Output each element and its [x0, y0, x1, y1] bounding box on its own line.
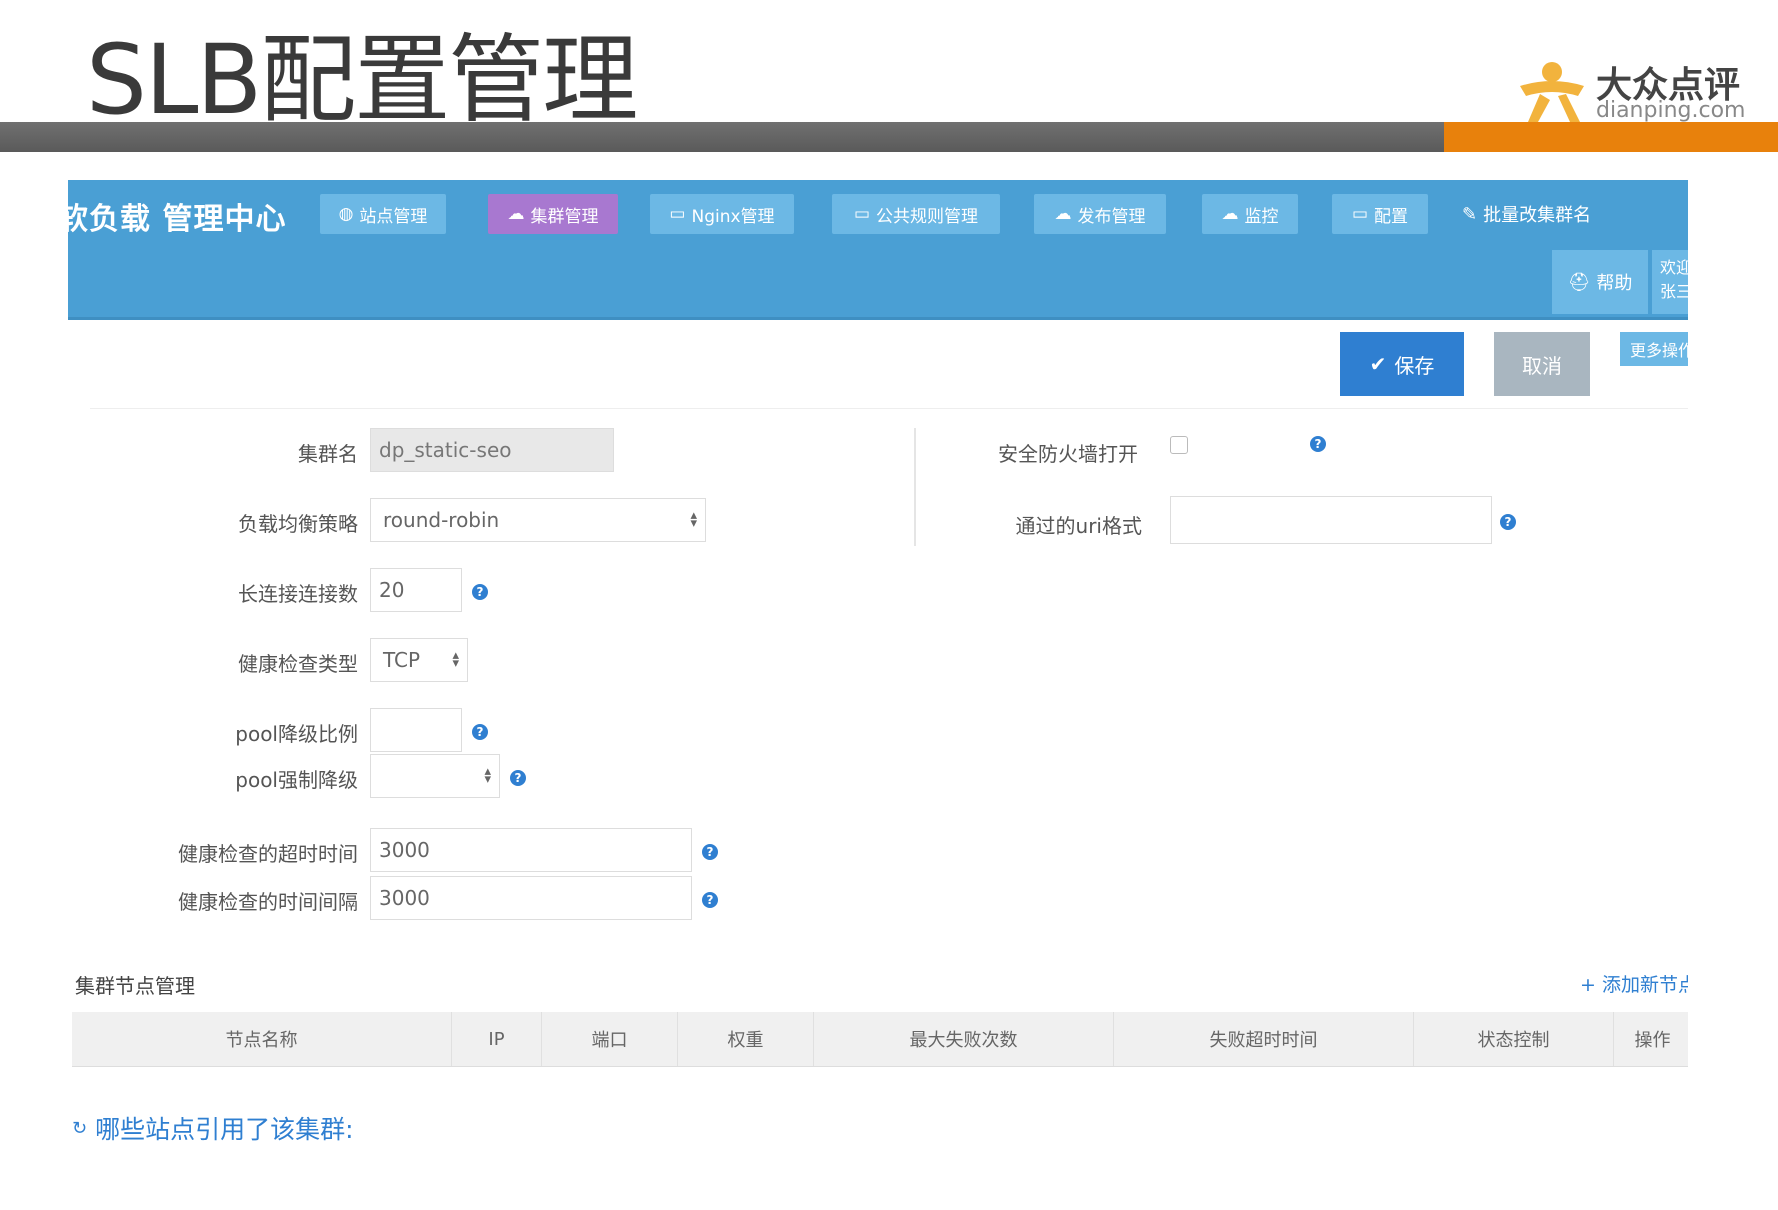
health-timeout-label: 健康检查的超时时间: [178, 842, 358, 866]
help-circle-icon[interactable]: ?: [702, 892, 718, 908]
help-circle-icon[interactable]: ?: [702, 844, 718, 860]
select-arrows-icon: ▴ ▾: [690, 508, 697, 531]
nav-label: 集群管理: [530, 206, 599, 227]
save-button[interactable]: ✔ 保存: [1340, 332, 1464, 396]
more-actions-button[interactable]: 更多操作: [1620, 332, 1688, 366]
help-icon: ⛑: [1567, 271, 1591, 293]
health-interval-label: 健康检查的时间间隔: [178, 890, 358, 914]
nav-label: 配置: [1374, 206, 1409, 227]
nav-label: 监控: [1244, 206, 1279, 227]
select-arrows-icon: ▴ ▾: [452, 648, 459, 671]
header-gray-bar: [0, 122, 1444, 152]
firewall-checkbox[interactable]: [1170, 436, 1188, 454]
nav-batch-rename[interactable]: ✎ 批量改集群名: [1462, 194, 1591, 234]
divider: [90, 408, 1688, 409]
refresh-icon: ↻: [72, 1117, 88, 1139]
nav-label: 发布管理: [1077, 206, 1146, 227]
firewall-label: 安全防火墙打开: [998, 442, 1138, 466]
nav-site-management[interactable]: ◍ 站点管理: [320, 194, 446, 234]
pool-ratio-input[interactable]: [370, 708, 462, 752]
health-type-label: 健康检查类型: [238, 652, 358, 676]
column-header[interactable]: 权重: [678, 1012, 814, 1066]
lb-strategy-label: 负载均衡策略: [238, 512, 358, 536]
add-node-link[interactable]: + 添加新节点: [1580, 970, 1688, 997]
top-navbar: 软负载 管理中心 ◍ 站点管理 ☁ 集群管理 ▭ Nginx管理 ▭ 公共规则管…: [68, 180, 1688, 320]
nav-config[interactable]: ▭ 配置: [1332, 194, 1428, 234]
pool-force-select[interactable]: ▴ ▾: [370, 754, 500, 798]
cluster-name-label: 集群名: [298, 442, 358, 466]
dianping-logo: 大众点评 dianping.com: [1512, 56, 1746, 126]
lb-strategy-value: round-robin: [383, 508, 500, 532]
health-interval-input[interactable]: 3000: [370, 876, 692, 920]
help-circle-icon[interactable]: ?: [472, 724, 488, 740]
cloud-icon: ☁: [507, 204, 525, 224]
globe-icon: ◍: [338, 204, 354, 224]
nav-label: Nginx管理: [691, 206, 775, 227]
logo-text-en: dianping.com: [1596, 98, 1746, 123]
app-brand: 软负载 管理中心: [68, 194, 286, 238]
referencing-sites-title[interactable]: ↻ 哪些站点引用了该集群:: [72, 1110, 354, 1146]
pool-ratio-label: pool降级比例: [235, 722, 358, 746]
laptop-icon: ▭: [1351, 204, 1369, 224]
nodes-table-header: 节点名称 IP 端口 权重 最大失败次数 失败超时时间 状态控制 操作: [72, 1012, 1688, 1067]
help-label: 帮助: [1596, 273, 1633, 294]
uri-format-input[interactable]: [1170, 496, 1492, 544]
add-node-label: 添加新节点: [1601, 974, 1688, 996]
welcome-user[interactable]: 欢迎 张三: [1652, 250, 1688, 314]
lb-strategy-select[interactable]: round-robin ▴ ▾: [370, 498, 706, 542]
check-icon: ✔: [1369, 352, 1387, 376]
health-timeout-input[interactable]: 3000: [370, 828, 692, 872]
column-header[interactable]: 操作: [1614, 1012, 1688, 1066]
nav-nginx-management[interactable]: ▭ Nginx管理: [650, 194, 794, 234]
laptop-icon: ▭: [669, 204, 686, 224]
referencing-sites-label: 哪些站点引用了该集群:: [95, 1115, 354, 1144]
column-header[interactable]: 节点名称: [72, 1012, 452, 1066]
column-divider: [914, 428, 916, 546]
nav-label: 站点管理: [359, 206, 428, 227]
help-button[interactable]: ⛑ 帮助: [1552, 250, 1648, 314]
slide-title: SLB配置管理: [86, 24, 638, 136]
cluster-name-field[interactable]: dp_static-seo: [370, 428, 614, 472]
keepalive-label: 长连接连接数: [238, 582, 358, 606]
pool-force-label: pool强制降级: [235, 768, 358, 792]
column-header[interactable]: 失败超时时间: [1114, 1012, 1414, 1066]
slb-app-window: 软负载 管理中心 ◍ 站点管理 ☁ 集群管理 ▭ Nginx管理 ▭ 公共规则管…: [68, 180, 1688, 1210]
dianping-mascot-icon: [1520, 62, 1584, 122]
nav-cluster-management[interactable]: ☁ 集群管理: [488, 194, 618, 234]
nav-label: 公共规则管理: [876, 206, 979, 227]
keepalive-input[interactable]: 20: [370, 568, 462, 612]
help-circle-icon[interactable]: ?: [472, 584, 488, 600]
help-circle-icon[interactable]: ?: [1500, 514, 1516, 530]
column-header[interactable]: IP: [452, 1012, 542, 1066]
column-header[interactable]: 状态控制: [1414, 1012, 1614, 1066]
cluster-nodes-title: 集群节点管理: [75, 974, 195, 998]
save-label: 保存: [1394, 353, 1435, 378]
header-orange-bar: [1444, 122, 1778, 152]
select-arrows-icon: ▴ ▾: [484, 764, 491, 787]
health-type-select[interactable]: TCP ▴ ▾: [370, 638, 468, 682]
help-circle-icon[interactable]: ?: [510, 770, 526, 786]
nav-label: 批量改集群名: [1483, 205, 1592, 226]
nav-public-rules[interactable]: ▭ 公共规则管理: [832, 194, 1000, 234]
cloud-upload-icon: ☁: [1054, 204, 1072, 224]
cloud-upload-icon: ☁: [1221, 204, 1239, 224]
plus-icon: +: [1580, 974, 1596, 996]
edit-icon: ✎: [1462, 203, 1478, 225]
nav-release-management[interactable]: ☁ 发布管理: [1034, 194, 1166, 234]
help-circle-icon[interactable]: ?: [1310, 436, 1326, 452]
uri-format-label: 通过的uri格式: [1015, 514, 1142, 538]
nav-monitor[interactable]: ☁ 监控: [1202, 194, 1298, 234]
laptop-icon: ▭: [853, 204, 871, 224]
column-header[interactable]: 最大失败次数: [814, 1012, 1114, 1066]
column-header[interactable]: 端口: [542, 1012, 678, 1066]
brand-text: 软负载 管理中心: [68, 202, 287, 237]
cancel-button[interactable]: 取消: [1494, 332, 1590, 396]
health-type-value: TCP: [383, 648, 421, 672]
